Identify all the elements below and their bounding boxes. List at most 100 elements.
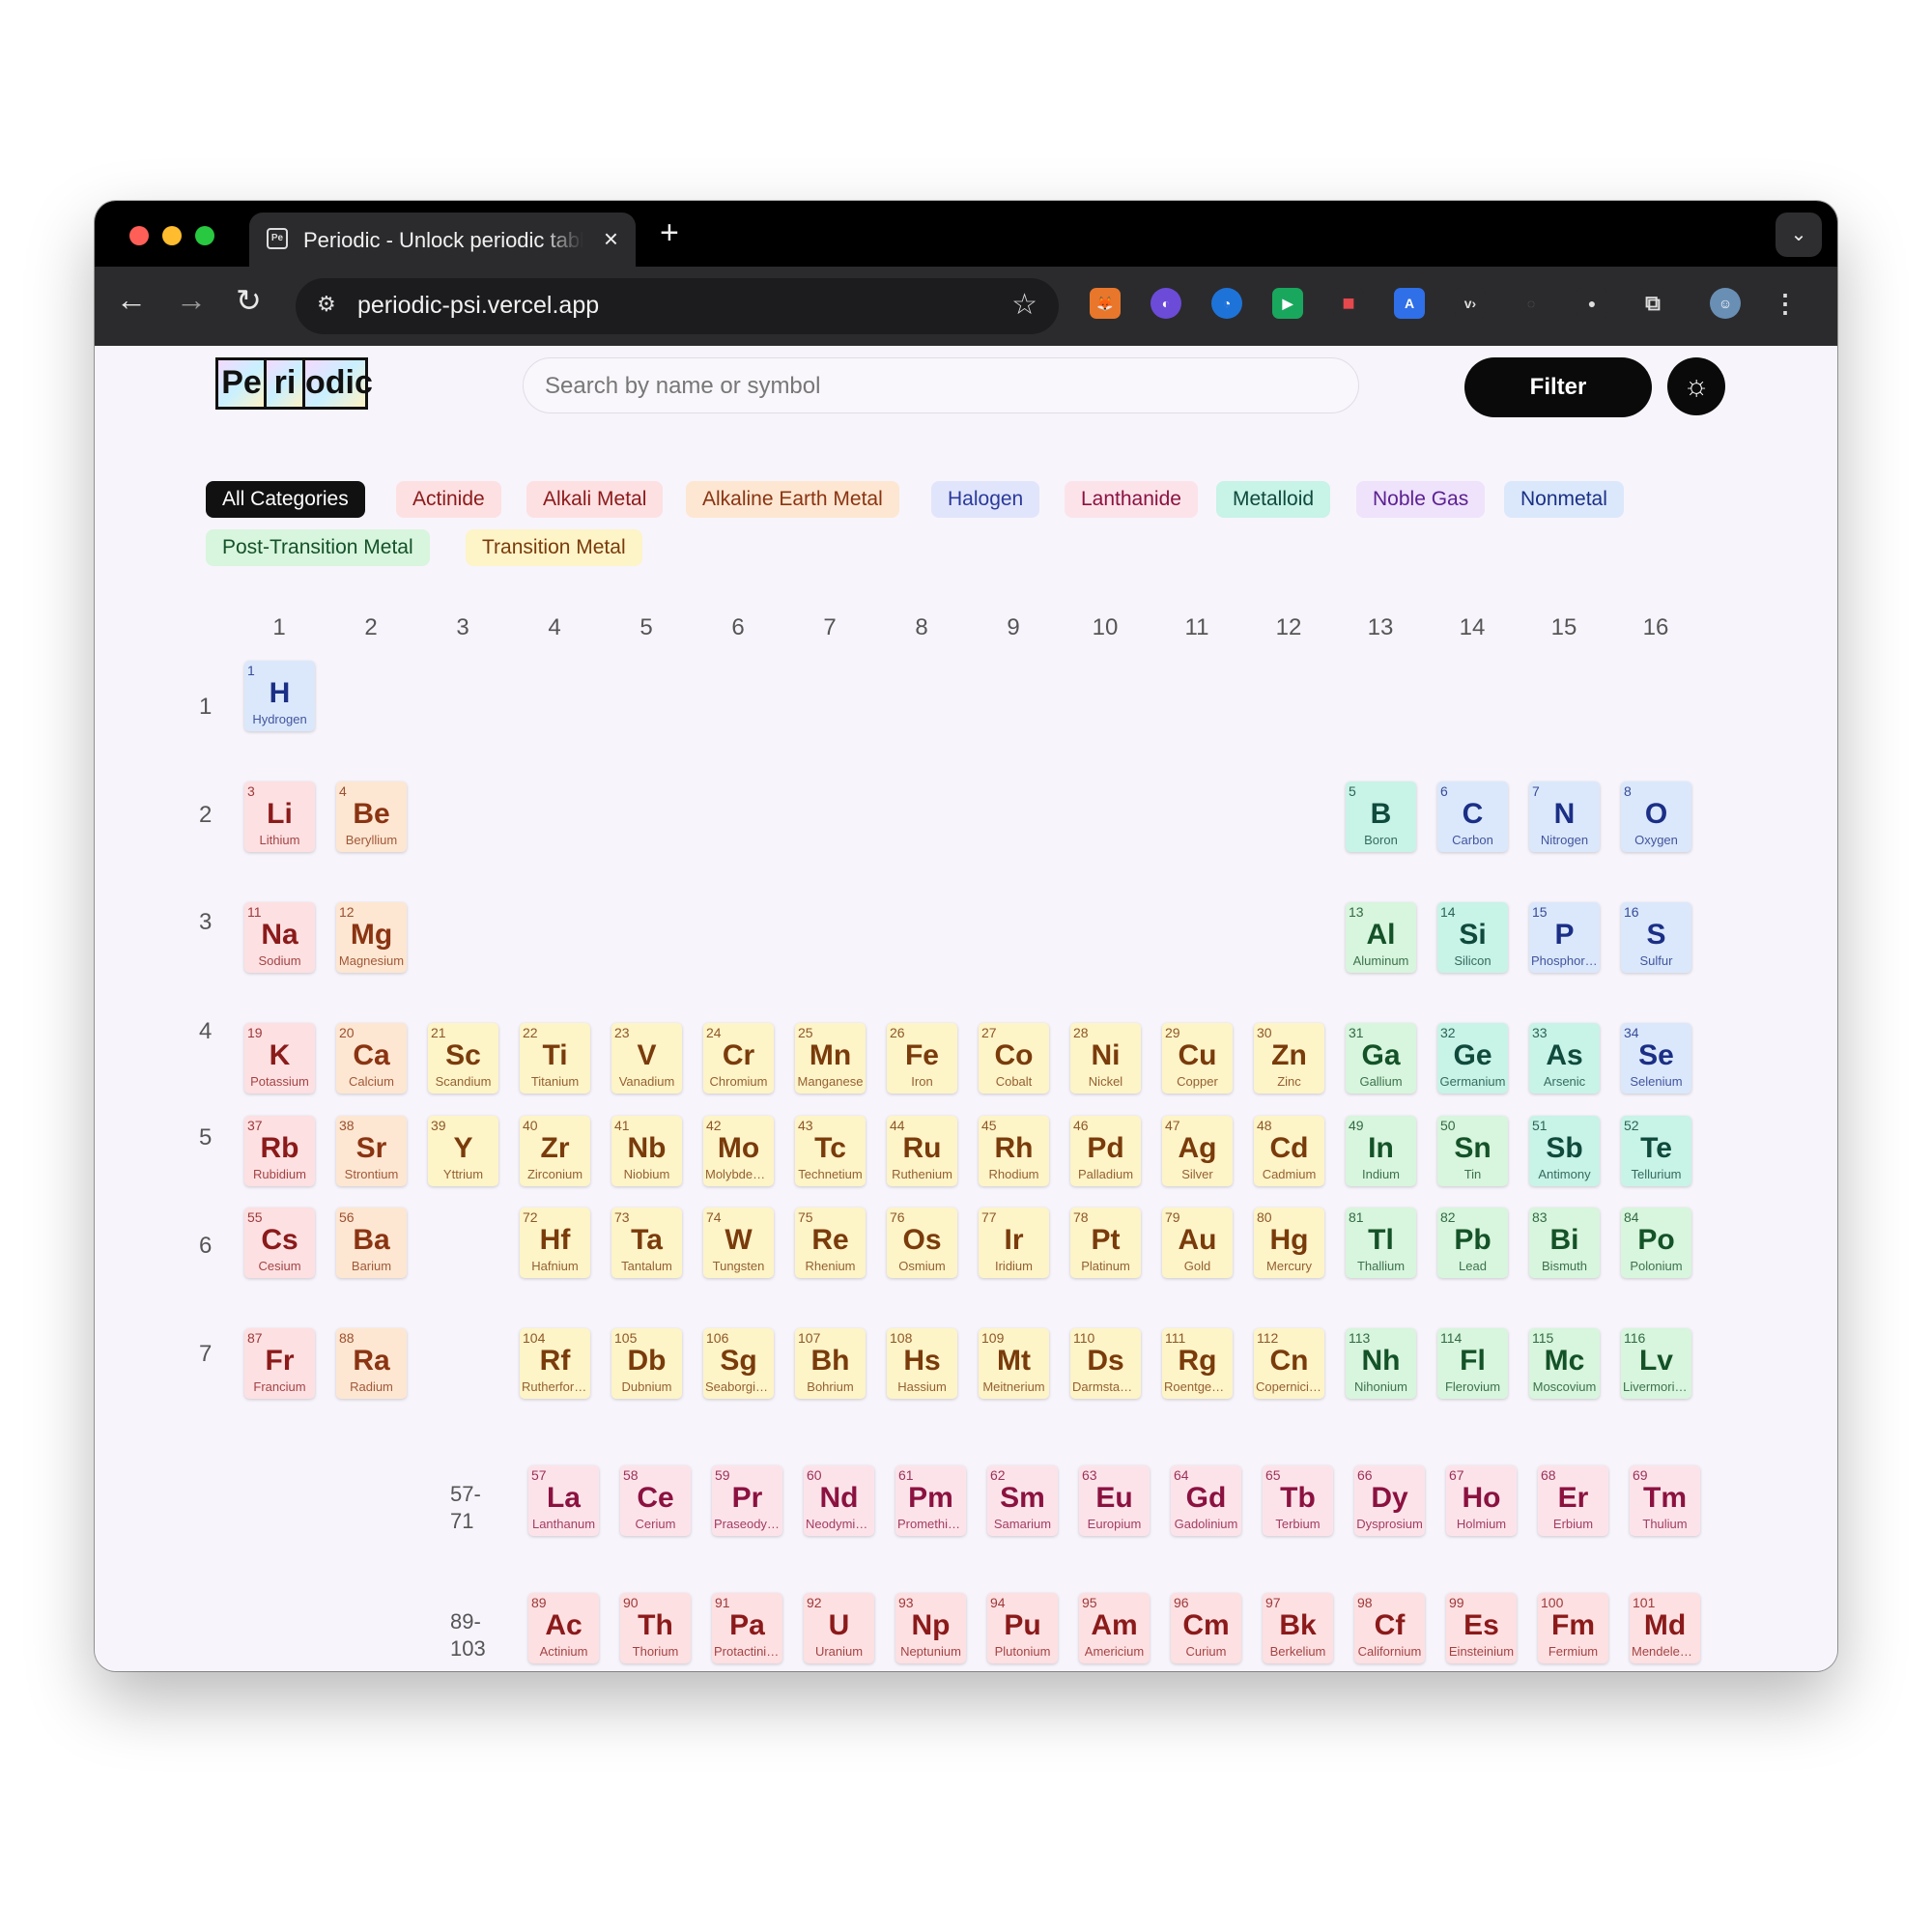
site-logo[interactable]: Pe ri odic bbox=[215, 357, 373, 413]
category-chip-metalloid[interactable]: Metalloid bbox=[1216, 481, 1331, 518]
element-tile-ca[interactable]: 20 Ca Calcium bbox=[336, 1023, 407, 1094]
element-tile-se[interactable]: 34 Se Selenium bbox=[1621, 1023, 1691, 1094]
element-tile-db[interactable]: 105 Db Dubnium bbox=[611, 1328, 682, 1399]
element-tile-cm[interactable]: 96 Cm Curium bbox=[1171, 1593, 1241, 1663]
element-tile-o[interactable]: 8 O Oxygen bbox=[1621, 781, 1691, 852]
element-tile-pr[interactable]: 59Pr Praseodymium bbox=[712, 1465, 782, 1536]
element-tile-lv[interactable]: 116 Lv Livermorium bbox=[1621, 1328, 1691, 1399]
element-tile-ge[interactable]: 32 Ge Germanium bbox=[1437, 1023, 1508, 1094]
element-tile-c[interactable]: 6 C Carbon bbox=[1437, 781, 1508, 852]
close-window-button[interactable] bbox=[129, 226, 149, 245]
element-tile-bi[interactable]: 83 Bi Bismuth bbox=[1529, 1208, 1600, 1278]
element-tile-eu[interactable]: 63 Eu Europium bbox=[1079, 1465, 1150, 1536]
element-tile-as[interactable]: 33 As Arsenic bbox=[1529, 1023, 1600, 1094]
element-tile-ds[interactable]: 110Ds Darmstadtium bbox=[1070, 1328, 1141, 1399]
element-tile-p[interactable]: 15 P Phosphorus bbox=[1529, 902, 1600, 973]
element-tile-sg[interactable]: 106 Sg Seaborgium bbox=[703, 1328, 774, 1399]
element-tile-cu[interactable]: 29 Cu Copper bbox=[1162, 1023, 1233, 1094]
element-tile-hf[interactable]: 72 Hf Hafnium bbox=[520, 1208, 590, 1278]
bookmark-star-icon[interactable]: ☆ bbox=[1011, 288, 1037, 322]
element-tile-bk[interactable]: 97 Bk Berkelium bbox=[1263, 1593, 1333, 1663]
site-settings-icon[interactable]: ⚙ bbox=[317, 292, 336, 317]
forward-arrow-icon[interactable]: → bbox=[176, 282, 207, 318]
element-tile-ac[interactable]: 89 Ac Actinium bbox=[528, 1593, 599, 1663]
element-tile-v[interactable]: 23 V Vanadium bbox=[611, 1023, 682, 1094]
element-tile-hg[interactable]: 80 Hg Mercury bbox=[1254, 1208, 1324, 1278]
element-tile-fe[interactable]: 26 Fe Iron bbox=[887, 1023, 957, 1094]
element-tile-la[interactable]: 57 La Lanthanum bbox=[528, 1465, 599, 1536]
element-tile-mo[interactable]: 42 Mo Molybdenum bbox=[703, 1116, 774, 1186]
element-tile-mg[interactable]: 12 Mg Magnesium bbox=[336, 902, 407, 973]
element-tile-rb[interactable]: 37 Rb Rubidium bbox=[244, 1116, 315, 1186]
element-tile-tb[interactable]: 65 Tb Terbium bbox=[1263, 1465, 1333, 1536]
element-tile-pm[interactable]: 61 Pm Promethium bbox=[895, 1465, 966, 1536]
extensions-puzzle-icon[interactable]: ⧉ bbox=[1637, 288, 1668, 319]
element-tile-es[interactable]: 99 Es Einsteinium bbox=[1446, 1593, 1517, 1663]
element-tile-zn[interactable]: 30 Zn Zinc bbox=[1254, 1023, 1324, 1094]
filter-button[interactable]: Filter bbox=[1464, 357, 1652, 417]
element-tile-re[interactable]: 75 Re Rhenium bbox=[795, 1208, 866, 1278]
element-tile-te[interactable]: 52 Te Tellurium bbox=[1621, 1116, 1691, 1186]
element-tile-rg[interactable]: 111Rg Roentgenium bbox=[1162, 1328, 1233, 1399]
category-chip-noble-gas[interactable]: Noble Gas bbox=[1356, 481, 1486, 518]
element-tile-al[interactable]: 13 Al Aluminum bbox=[1346, 902, 1416, 973]
element-tile-s[interactable]: 16 S Sulfur bbox=[1621, 902, 1691, 973]
search-box[interactable] bbox=[523, 357, 1359, 413]
element-tile-sr[interactable]: 38 Sr Strontium bbox=[336, 1116, 407, 1186]
category-chip-nonmetal[interactable]: Nonmetal bbox=[1504, 481, 1624, 518]
element-tile-ra[interactable]: 88 Ra Radium bbox=[336, 1328, 407, 1399]
element-tile-ru[interactable]: 44 Ru Ruthenium bbox=[887, 1116, 957, 1186]
extension-icon-7[interactable]: v› bbox=[1455, 288, 1486, 319]
category-chip-halogen[interactable]: Halogen bbox=[931, 481, 1040, 518]
tab-close-icon[interactable]: × bbox=[604, 224, 618, 254]
new-tab-button[interactable]: + bbox=[660, 214, 679, 252]
element-tile-in[interactable]: 49 In Indium bbox=[1346, 1116, 1416, 1186]
element-tile-cr[interactable]: 24 Cr Chromium bbox=[703, 1023, 774, 1094]
element-tile-pd[interactable]: 46 Pd Palladium bbox=[1070, 1116, 1141, 1186]
extension-icon-3[interactable]: ◔ bbox=[1211, 288, 1242, 319]
profile-avatar[interactable]: ☺ bbox=[1710, 288, 1741, 319]
element-tile-h[interactable]: 1 H Hydrogen bbox=[244, 661, 315, 731]
element-tile-cf[interactable]: 98 Cf Californium bbox=[1354, 1593, 1425, 1663]
category-chip-transition-metal[interactable]: Transition Metal bbox=[466, 529, 642, 566]
sun-icon[interactable]: ☼ bbox=[1667, 357, 1725, 415]
element-tile-na[interactable]: 11 Na Sodium bbox=[244, 902, 315, 973]
element-tile-er[interactable]: 68 Er Erbium bbox=[1538, 1465, 1608, 1536]
element-tile-rh[interactable]: 45 Rh Rhodium bbox=[979, 1116, 1049, 1186]
element-tile-si[interactable]: 14 Si Silicon bbox=[1437, 902, 1508, 973]
element-tile-ti[interactable]: 22 Ti Titanium bbox=[520, 1023, 590, 1094]
element-tile-tc[interactable]: 43 Tc Technetium bbox=[795, 1116, 866, 1186]
category-chip-actinide[interactable]: Actinide bbox=[396, 481, 501, 518]
element-tile-be[interactable]: 4 Be Beryllium bbox=[336, 781, 407, 852]
minimize-window-button[interactable] bbox=[162, 226, 182, 245]
element-tile-po[interactable]: 84 Po Polonium bbox=[1621, 1208, 1691, 1278]
element-tile-li[interactable]: 3 Li Lithium bbox=[244, 781, 315, 852]
reload-icon[interactable]: ↻ bbox=[236, 282, 262, 319]
element-tile-sb[interactable]: 51 Sb Antimony bbox=[1529, 1116, 1600, 1186]
element-tile-ir[interactable]: 77 Ir Iridium bbox=[979, 1208, 1049, 1278]
extension-icon-9[interactable]: ● bbox=[1577, 288, 1607, 319]
category-chip-alkaline-earth-metal[interactable]: Alkaline Earth Metal bbox=[686, 481, 899, 518]
element-tile-au[interactable]: 79 Au Gold bbox=[1162, 1208, 1233, 1278]
category-chip-alkali-metal[interactable]: Alkali Metal bbox=[526, 481, 664, 518]
metamask-extension-icon[interactable]: 🦊 bbox=[1090, 288, 1121, 319]
element-tile-sc[interactable]: 21 Sc Scandium bbox=[428, 1023, 498, 1094]
element-tile-tm[interactable]: 69 Tm Thulium bbox=[1630, 1465, 1700, 1536]
element-tile-rf[interactable]: 104Rf Rutherfordium bbox=[520, 1328, 590, 1399]
extension-icon-4[interactable]: ▶ bbox=[1272, 288, 1303, 319]
element-tile-b[interactable]: 5 B Boron bbox=[1346, 781, 1416, 852]
element-tile-k[interactable]: 19 K Potassium bbox=[244, 1023, 315, 1094]
element-tile-nh[interactable]: 113 Nh Nihonium bbox=[1346, 1328, 1416, 1399]
element-tile-n[interactable]: 7 N Nitrogen bbox=[1529, 781, 1600, 852]
element-tile-pu[interactable]: 94 Pu Plutonium bbox=[987, 1593, 1058, 1663]
category-chip-post-transition-metal[interactable]: Post-Transition Metal bbox=[206, 529, 430, 566]
element-tile-cs[interactable]: 55 Cs Cesium bbox=[244, 1208, 315, 1278]
element-tile-am[interactable]: 95 Am Americium bbox=[1079, 1593, 1150, 1663]
element-tile-mn[interactable]: 25 Mn Manganese bbox=[795, 1023, 866, 1094]
element-tile-u[interactable]: 92 U Uranium bbox=[804, 1593, 874, 1663]
element-tile-nd[interactable]: 60 Nd Neodymium bbox=[804, 1465, 874, 1536]
element-tile-pt[interactable]: 78 Pt Platinum bbox=[1070, 1208, 1141, 1278]
address-bar[interactable]: ⚙ periodic-psi.vercel.app ☆ bbox=[296, 278, 1059, 334]
element-tile-ni[interactable]: 28 Ni Nickel bbox=[1070, 1023, 1141, 1094]
element-tile-cn[interactable]: 112 Cn Copernicium bbox=[1254, 1328, 1324, 1399]
